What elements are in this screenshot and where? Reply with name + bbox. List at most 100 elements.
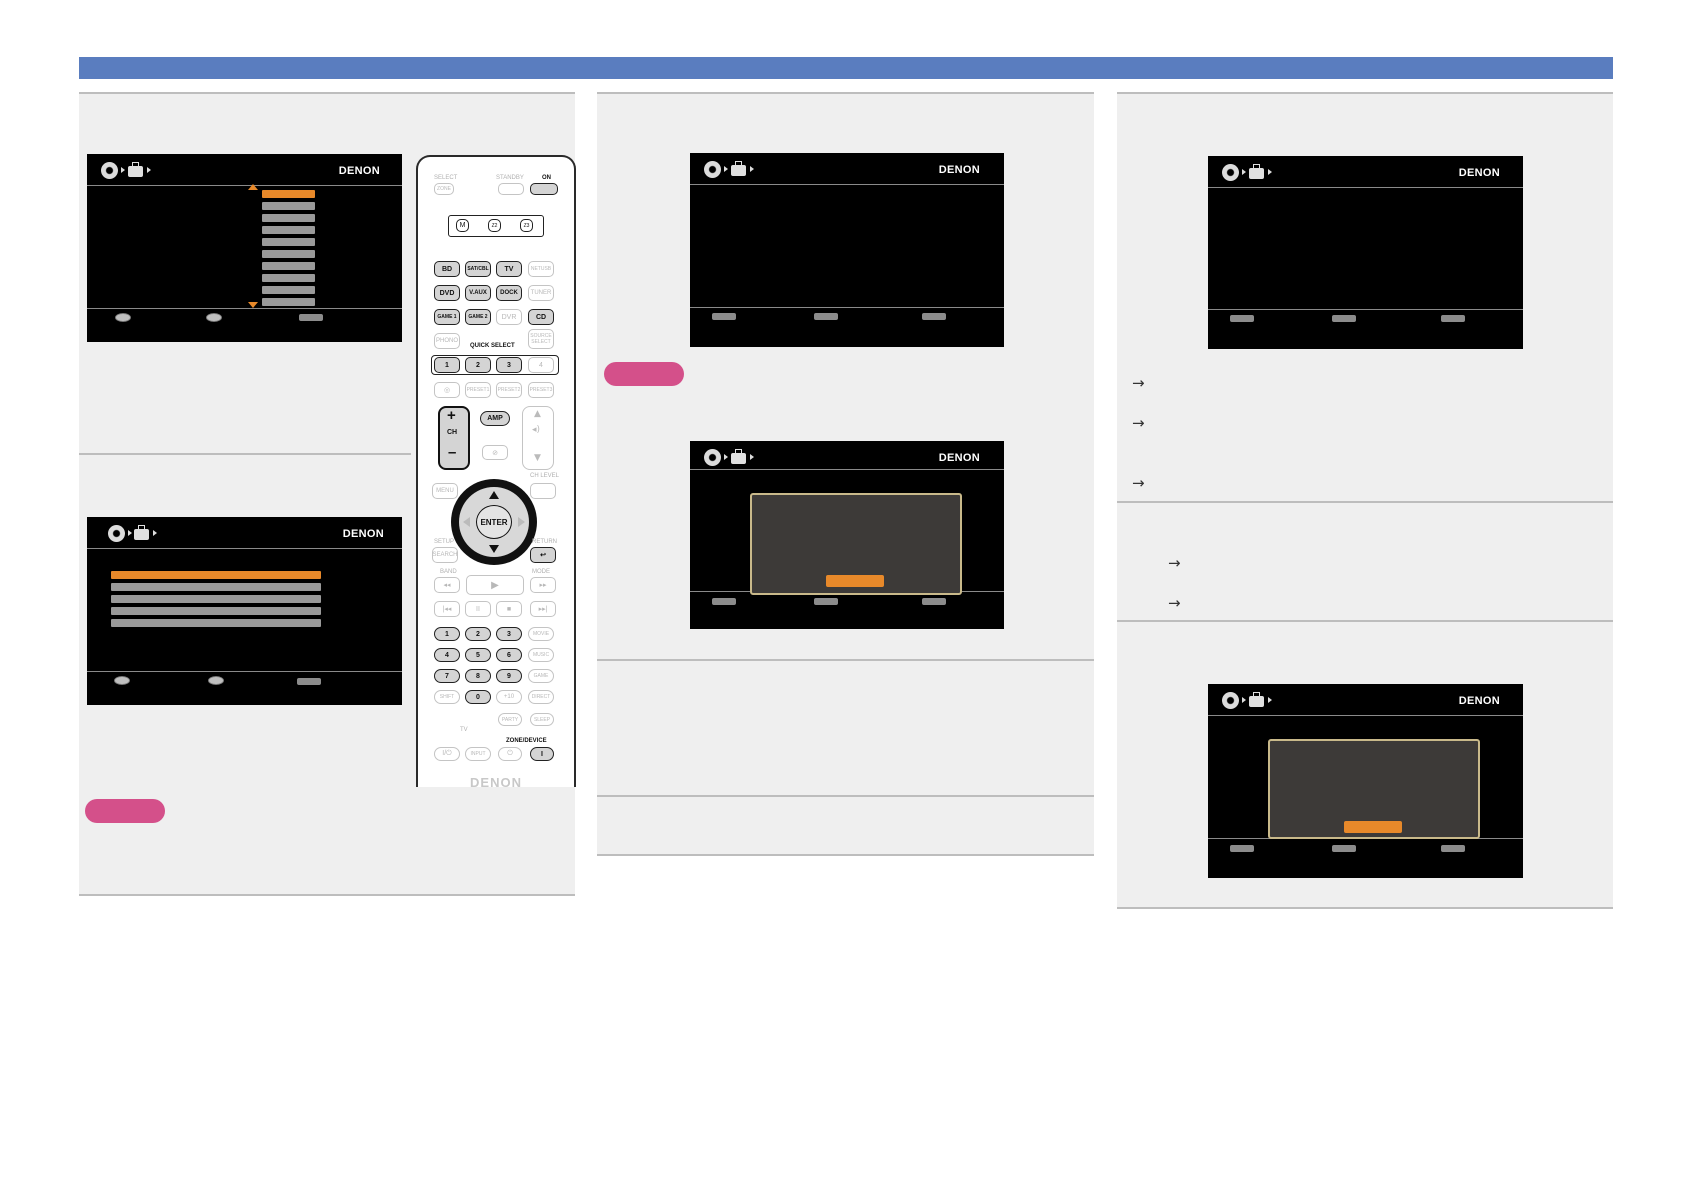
preset3-button[interactable]: PRESET3: [528, 382, 554, 398]
preset2-button[interactable]: PRESET2: [496, 382, 522, 398]
quick-select-4-button[interactable]: 4: [528, 357, 554, 373]
search-button[interactable]: SEARCH: [432, 547, 458, 563]
menu-item[interactable]: [262, 250, 315, 258]
menu-item[interactable]: [111, 619, 321, 627]
music-button[interactable]: MUSIC: [528, 648, 554, 662]
game-button[interactable]: GAME: [528, 669, 554, 683]
zone-device-on-button[interactable]: I: [530, 747, 554, 761]
volume-rocker[interactable]: ▲ ◂) ▼: [522, 406, 554, 470]
quick-select-2-button[interactable]: 2: [465, 357, 491, 373]
number-2-button[interactable]: 2: [465, 627, 491, 641]
pause-button[interactable]: II: [465, 601, 491, 617]
cursor-left-button[interactable]: [463, 517, 470, 527]
menu-item[interactable]: [262, 262, 315, 270]
dialog-ok-button[interactable]: [1344, 821, 1402, 833]
number-0-button[interactable]: 0: [465, 690, 491, 704]
direct-button[interactable]: DIRECT: [528, 690, 554, 704]
number-9-button[interactable]: 9: [496, 669, 522, 683]
cursor-up-button[interactable]: [489, 491, 499, 499]
fast-forward-button[interactable]: ▸▸: [530, 577, 556, 593]
preset1-button[interactable]: PRESET1: [465, 382, 491, 398]
remote-brand-logo: DENON: [470, 775, 522, 790]
next-track-button[interactable]: ▸▸|: [530, 601, 556, 617]
quick-select-3-button[interactable]: 3: [496, 357, 522, 373]
number-6-button[interactable]: 6: [496, 648, 522, 662]
toolbox-icon: [134, 525, 149, 540]
menu-item-selected[interactable]: [262, 190, 315, 198]
source-select-button[interactable]: SOURCE SELECT: [528, 329, 554, 349]
right-section-divider: [1117, 620, 1613, 622]
standby-button[interactable]: [498, 183, 524, 195]
quick-select-1-button[interactable]: 1: [434, 357, 460, 373]
source-netusb-button[interactable]: NETUSB: [528, 261, 554, 277]
source-game1-button[interactable]: GAME 1: [434, 309, 460, 325]
source-game2-button[interactable]: GAME 2: [465, 309, 491, 325]
menu-item[interactable]: [262, 214, 315, 222]
number-3-button[interactable]: 3: [496, 627, 522, 641]
tv-input-button[interactable]: INPUT: [465, 747, 491, 761]
shift-button[interactable]: SHIFT: [434, 690, 460, 704]
menu-item[interactable]: [111, 595, 321, 603]
plus-10-button[interactable]: +10: [496, 690, 522, 704]
channel-rocker[interactable]: + CH –: [438, 406, 470, 470]
toolbox-icon: [1249, 692, 1264, 707]
cursor-right-button[interactable]: [518, 517, 525, 527]
source-bd-button[interactable]: BD: [434, 261, 460, 277]
skip-back-button[interactable]: ◂◂: [434, 577, 460, 593]
number-7-button[interactable]: 7: [434, 669, 460, 683]
mute-icon: ⊘: [492, 449, 498, 457]
menu-item[interactable]: [262, 286, 315, 294]
tv-power-button[interactable]: I/⏻: [434, 747, 460, 761]
mute-button[interactable]: ⊘: [482, 445, 508, 460]
source-satcbl-button[interactable]: SAT/CBL: [465, 261, 491, 277]
cursor-down-button[interactable]: [489, 545, 499, 553]
dialog-ok-button[interactable]: [826, 575, 884, 587]
number-5-button[interactable]: 5: [465, 648, 491, 662]
zone-select-button[interactable]: ZONE: [434, 183, 454, 195]
menu-item[interactable]: [262, 238, 315, 246]
amp-button[interactable]: AMP: [480, 411, 510, 426]
source-dvr-button[interactable]: DVR: [496, 309, 522, 325]
footer-key-icon: [712, 598, 736, 605]
footer-key-icon: [1441, 845, 1465, 852]
zone-2-button[interactable]: Z2: [488, 219, 501, 232]
source-phono-button[interactable]: PHONO: [434, 333, 460, 349]
number-8-button[interactable]: 8: [465, 669, 491, 683]
sleep-button[interactable]: SLEEP: [530, 713, 554, 726]
zone-device-standby-button[interactable]: ⏻: [498, 747, 522, 761]
ch-level-button[interactable]: [530, 483, 556, 499]
menu-item[interactable]: [262, 202, 315, 210]
movie-button[interactable]: MOVIE: [528, 627, 554, 641]
source-tv-button[interactable]: TV: [496, 261, 522, 277]
menu-item[interactable]: [262, 226, 315, 234]
source-tuner-button[interactable]: TUNER: [528, 285, 554, 301]
setup-gear-icon: [108, 525, 125, 542]
source-vaux-button[interactable]: V.AUX: [465, 285, 491, 301]
party-button[interactable]: PARTY: [498, 713, 522, 726]
zone-3-button[interactable]: Z3: [520, 219, 533, 232]
stop-button[interactable]: ■: [496, 601, 522, 617]
source-dock-button[interactable]: DOCK: [496, 285, 522, 301]
menu-item[interactable]: [262, 298, 315, 306]
previous-track-button[interactable]: |◂◂: [434, 601, 460, 617]
source-cd-button[interactable]: CD: [528, 309, 554, 325]
enter-button[interactable]: ENTER: [476, 505, 512, 539]
play-button[interactable]: ▶: [466, 575, 524, 595]
menu-item-selected[interactable]: [111, 571, 321, 579]
power-icon: I: [541, 750, 543, 758]
return-button[interactable]: ↩: [530, 547, 556, 563]
menu-item[interactable]: [111, 607, 321, 615]
zone-main-button[interactable]: M: [456, 219, 469, 232]
breadcrumb-arrow-icon: [724, 166, 728, 172]
breadcrumb-arrow-icon: [750, 454, 754, 460]
middle-section-divider: [597, 659, 1094, 661]
source-dvd-button[interactable]: DVD: [434, 285, 460, 301]
menu-item[interactable]: [262, 274, 315, 282]
menu-item[interactable]: [111, 583, 321, 591]
number-1-button[interactable]: 1: [434, 627, 460, 641]
internet-radio-button[interactable]: ◎: [434, 382, 460, 398]
menu-button[interactable]: MENU: [432, 483, 458, 499]
number-4-button[interactable]: 4: [434, 648, 460, 662]
power-on-button[interactable]: [530, 183, 558, 195]
breadcrumb-arrow-icon: [147, 167, 151, 173]
